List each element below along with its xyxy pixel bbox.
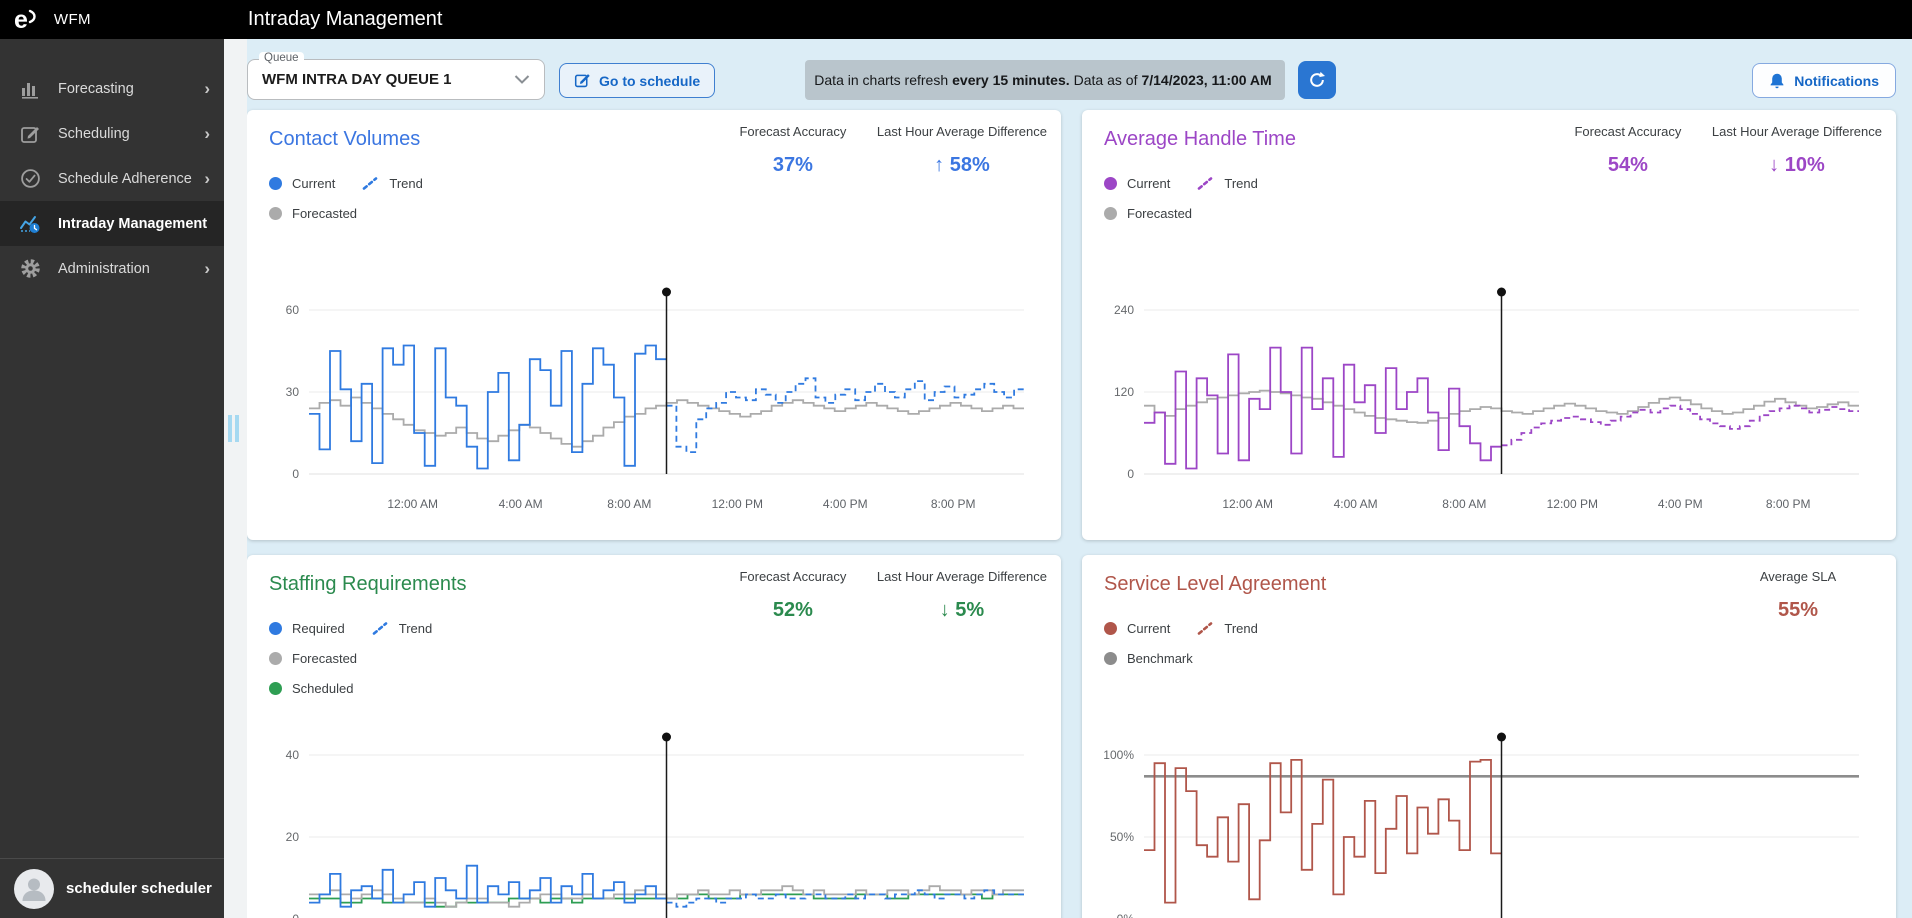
trend-dash-icon bbox=[1196, 621, 1214, 636]
card-title: Staffing Requirements bbox=[269, 573, 467, 596]
stat-forecast-accuracy: Forecast Accuracy 54% bbox=[1544, 124, 1712, 177]
svg-text:0: 0 bbox=[292, 467, 299, 481]
svg-text:120: 120 bbox=[1114, 385, 1134, 399]
chart-staffing-requirements: 0204012:00 AM4:00 AM8:00 AM12:00 PM4:00 … bbox=[259, 677, 1049, 918]
svg-text:60: 60 bbox=[286, 303, 300, 317]
refresh-button[interactable] bbox=[1298, 61, 1336, 99]
card-title: Service Level Agreement bbox=[1104, 573, 1326, 596]
svg-text:240: 240 bbox=[1114, 303, 1134, 317]
svg-text:12:00 AM: 12:00 AM bbox=[1222, 497, 1273, 511]
card-staffing-requirements: Staffing Requirements Forecast Accuracy … bbox=[247, 555, 1061, 918]
legend-item-trend: Trend bbox=[1196, 176, 1257, 191]
page-title: Intraday Management bbox=[248, 8, 443, 31]
card-service-level-agreement: Service Level Agreement Average SLA 55% … bbox=[1082, 555, 1896, 918]
stat-average-sla: Average SLA 55% bbox=[1714, 569, 1882, 622]
queue-select-value: WFM INTRA DAY QUEUE 1 bbox=[262, 71, 514, 88]
svg-text:30: 30 bbox=[286, 385, 300, 399]
trend-dash-icon bbox=[361, 176, 379, 191]
stat-last-hour-average-difference: Last Hour Average Difference ↓ 10% bbox=[1712, 124, 1882, 177]
queue-select-label: Queue bbox=[259, 52, 304, 64]
chevron-right-icon: › bbox=[204, 79, 210, 99]
left-scrollbar-track bbox=[224, 39, 247, 918]
intraday-chart-icon bbox=[18, 212, 42, 236]
sidebar-item-schedule-adherence[interactable]: Schedule Adherence › bbox=[0, 156, 224, 201]
svg-text:0: 0 bbox=[1127, 467, 1134, 481]
logo-arc bbox=[28, 9, 38, 25]
stat-last-hour-average-difference: Last Hour Average Difference ↑ 58% bbox=[877, 124, 1047, 177]
svg-text:0: 0 bbox=[292, 912, 299, 918]
svg-text:4:00 AM: 4:00 AM bbox=[499, 497, 543, 511]
card-contact-volumes: Contact Volumes Forecast Accuracy 37% La… bbox=[247, 110, 1061, 540]
chart-service-level-agreement: 0%50%100%12:00 AM4:00 AM8:00 AM12:00 PM4… bbox=[1094, 677, 1884, 918]
trend-dash-icon bbox=[1196, 176, 1214, 191]
top-bar: e WFM Intraday Management bbox=[0, 0, 1912, 39]
edit-icon bbox=[18, 122, 42, 146]
sidebar-item-forecasting[interactable]: Forecasting › bbox=[0, 66, 224, 111]
data-as-of-timestamp: 7/14/2023, 11:00 AM bbox=[1141, 72, 1271, 88]
svg-text:20: 20 bbox=[286, 830, 300, 844]
app-logo: e bbox=[14, 9, 38, 31]
svg-text:4:00 AM: 4:00 AM bbox=[1334, 497, 1378, 511]
legend-item-current: Current bbox=[1104, 621, 1170, 636]
svg-text:40: 40 bbox=[286, 748, 300, 762]
svg-text:8:00 AM: 8:00 AM bbox=[1442, 497, 1486, 511]
sidebar-item-administration[interactable]: Administration › bbox=[0, 246, 224, 291]
chart-contact-volumes: 0 30 60 12:00 AM 4:00 AM 8:00 AM 12:00 PM 4:00 … bbox=[259, 232, 1049, 532]
legend-item-benchmark: Benchmark bbox=[1104, 651, 1193, 666]
legend-item-required: Required bbox=[269, 621, 345, 636]
refresh-interval: every 15 minutes. bbox=[952, 72, 1070, 88]
sidebar-item-intraday-management[interactable]: Intraday Management bbox=[0, 201, 224, 246]
bar-chart-icon bbox=[18, 77, 42, 101]
data-refresh-info: Data in charts refresh every 15 minutes.… bbox=[805, 60, 1285, 100]
sidebar-item-scheduling[interactable]: Scheduling › bbox=[0, 111, 224, 156]
refresh-icon bbox=[1307, 70, 1327, 90]
check-circle-icon bbox=[18, 167, 42, 191]
legend-item-forecasted: Forecasted bbox=[269, 206, 357, 221]
user-name: scheduler scheduler bbox=[66, 880, 212, 897]
svg-text:8:00 PM: 8:00 PM bbox=[1766, 497, 1811, 511]
main-content: Queue WFM INTRA DAY QUEUE 1 Go to schedu… bbox=[247, 39, 1912, 918]
svg-text:12:00 PM: 12:00 PM bbox=[712, 497, 763, 511]
brand-text: WFM bbox=[54, 11, 91, 28]
svg-text:50%: 50% bbox=[1110, 830, 1134, 844]
trend-dash-icon bbox=[371, 621, 389, 636]
chevron-down-icon bbox=[514, 75, 530, 84]
svg-text:8:00 AM: 8:00 AM bbox=[607, 497, 651, 511]
legend-item-forecasted: Forecasted bbox=[1104, 206, 1192, 221]
chevron-right-icon: › bbox=[204, 169, 210, 189]
queue-select[interactable]: Queue WFM INTRA DAY QUEUE 1 bbox=[247, 59, 545, 100]
legend-item-forecasted: Forecasted bbox=[269, 651, 357, 666]
notifications-button[interactable]: Notifications bbox=[1752, 63, 1896, 98]
bell-icon bbox=[1769, 72, 1785, 89]
go-to-schedule-button[interactable]: Go to schedule bbox=[559, 63, 715, 98]
edit-schedule-icon bbox=[574, 72, 591, 89]
chart-average-handle-time: 0 120 240 12:00 AM 4:00 AM 8:00 AM 12:00 PM 4:0… bbox=[1094, 232, 1884, 532]
stat-forecast-accuracy: Forecast Accuracy 37% bbox=[709, 124, 877, 177]
chevron-right-icon: › bbox=[204, 259, 210, 279]
sidebar: Forecasting › Scheduling › Schedule Adhe… bbox=[0, 39, 224, 918]
gear-icon bbox=[18, 257, 42, 281]
legend-item-trend: Trend bbox=[361, 176, 422, 191]
legend-item-trend: Trend bbox=[371, 621, 432, 636]
user-profile[interactable]: scheduler scheduler bbox=[0, 858, 224, 918]
legend-item-trend: Trend bbox=[1196, 621, 1257, 636]
card-title: Contact Volumes bbox=[269, 128, 420, 151]
svg-text:8:00 PM: 8:00 PM bbox=[931, 497, 976, 511]
legend-item-current: Current bbox=[269, 176, 335, 191]
svg-text:100%: 100% bbox=[1103, 748, 1134, 762]
legend-item-current: Current bbox=[1104, 176, 1170, 191]
card-title: Average Handle Time bbox=[1104, 128, 1296, 151]
svg-text:0%: 0% bbox=[1117, 912, 1135, 918]
avatar bbox=[14, 869, 54, 909]
stat-forecast-accuracy: Forecast Accuracy 52% bbox=[709, 569, 877, 622]
chevron-right-icon: › bbox=[204, 124, 210, 144]
svg-text:4:00 PM: 4:00 PM bbox=[823, 497, 868, 511]
svg-text:4:00 PM: 4:00 PM bbox=[1658, 497, 1703, 511]
svg-text:12:00 AM: 12:00 AM bbox=[387, 497, 438, 511]
card-average-handle-time: Average Handle Time Forecast Accuracy 54… bbox=[1082, 110, 1896, 540]
svg-text:12:00 PM: 12:00 PM bbox=[1547, 497, 1598, 511]
stat-last-hour-average-difference: Last Hour Average Difference ↓ 5% bbox=[877, 569, 1047, 622]
scrollbar-thumb[interactable] bbox=[228, 415, 239, 442]
